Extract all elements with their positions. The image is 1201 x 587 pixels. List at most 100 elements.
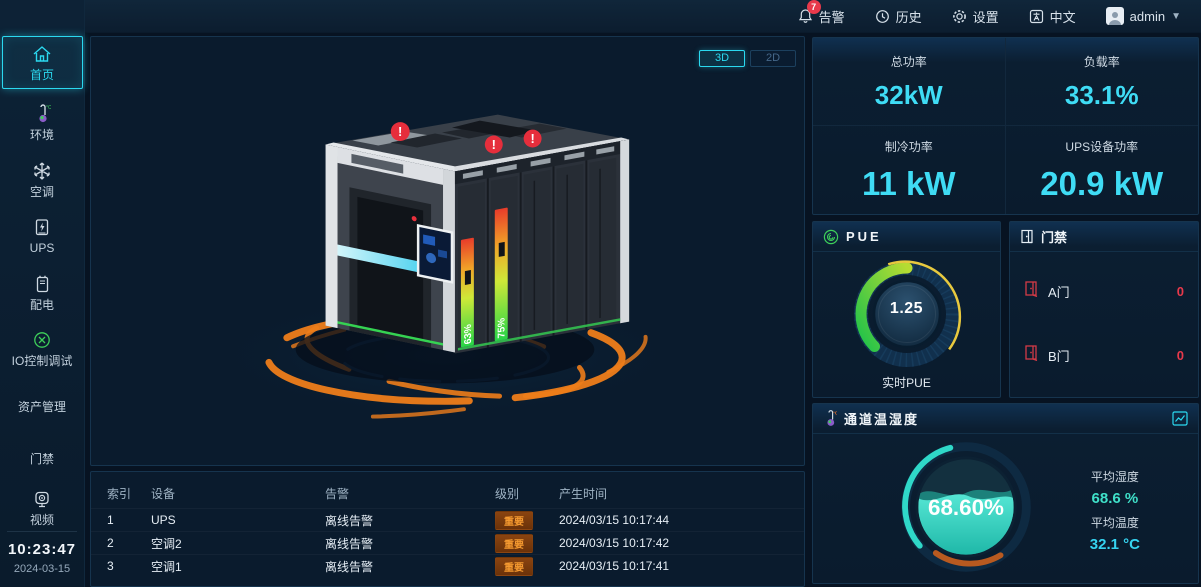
alert-badge-icon: ! [530, 131, 534, 146]
cell-device: 空调2 [151, 535, 325, 552]
door-open-icon [1024, 344, 1039, 366]
user-menu[interactable]: admin ▼ [1106, 7, 1181, 25]
sidebar-item-access[interactable]: 门禁 [2, 450, 83, 470]
stat-load-rate: 负载率 33.1% [1006, 38, 1199, 126]
model-left-face [326, 144, 455, 352]
chevron-down-icon: ▼ [1171, 11, 1181, 22]
stat-label: 制冷功率 [885, 138, 933, 155]
stat-ups-power: UPS设备功率 20.9 kW [1006, 126, 1199, 214]
stats-panel: 总功率 32kW 负载率 33.1% 制冷功率 11 kW UPS设备功率 20… [812, 37, 1199, 215]
toggle-2d-button[interactable]: 2D [750, 50, 796, 67]
table-row[interactable]: 1 UPS 离线告警 重要 2024/03/15 10:17:44 [91, 508, 804, 531]
gear-icon [952, 9, 967, 24]
cell-alarm: 离线告警 [325, 512, 495, 529]
home-icon [32, 44, 52, 64]
avg-humidity-label: 平均湿度 [1090, 468, 1140, 485]
env-body: 68.60% 平均湿度 68.6 % 平均温度 32.1 °C [813, 434, 1198, 580]
pue-caption: 实时PUE [882, 374, 931, 391]
datacenter-3d-model[interactable]: 63% 75% ! ! ! [91, 37, 804, 465]
io-circle-x-icon [33, 330, 51, 350]
sidebar-item-ups[interactable]: UPS [2, 213, 83, 259]
door-open-icon [1024, 280, 1039, 302]
settings-menu[interactable]: 设置 [952, 7, 999, 26]
cell-level: 重要 [495, 557, 559, 576]
user-avatar [1106, 7, 1124, 25]
sidebar-item-home[interactable]: 首页 [2, 36, 83, 89]
sidebar-item-label: 配电 [30, 299, 54, 312]
alarm-table-header: 索引 设备 告警 级别 产生时间 [91, 478, 804, 508]
stat-total-power: 总功率 32kW [813, 38, 1006, 126]
cell-alarm: 离线告警 [325, 558, 495, 575]
sidebar-item-environment[interactable]: °C 环境 [2, 100, 83, 146]
sidebar-item-io-debug[interactable]: IO控制调试 [2, 326, 83, 372]
pue-eco-icon [823, 229, 839, 245]
svg-text:°C: °C [833, 410, 837, 415]
power-distribution-icon [35, 274, 50, 294]
sidebar-clock: 10:23:47 2024-03-15 [7, 531, 77, 587]
avg-humidity-value: 68.6 % [1090, 490, 1140, 507]
topbar: 告警 7 历史 设置 中文 admin ▼ [85, 0, 1201, 33]
stat-label: 负载率 [1084, 53, 1120, 70]
alarm-menu[interactable]: 告警 7 [798, 7, 845, 26]
door-icon [1020, 229, 1034, 244]
stat-label: 总功率 [891, 53, 927, 70]
trend-chart-icon[interactable] [1172, 411, 1188, 426]
sidebar-item-power[interactable]: 配电 [2, 270, 83, 316]
table-row[interactable]: 3 空调1 离线告警 重要 2024/03/15 10:17:41 [91, 554, 804, 577]
rack-load-value: 75% [497, 317, 508, 339]
sidebar-item-video[interactable]: 视频 [2, 486, 83, 532]
cell-level: 重要 [495, 511, 559, 530]
door-row-b[interactable]: B门 0 [1010, 344, 1198, 366]
alarm-label: 告警 [819, 7, 845, 26]
alert-badge-icon: ! [398, 124, 402, 139]
history-menu[interactable]: 历史 [875, 7, 922, 26]
scene-panel: 63% 75% ! ! ! 3D 2D [90, 36, 805, 466]
language-icon [1029, 9, 1044, 24]
clock-date: 2024-03-15 [7, 563, 77, 575]
cell-device: 空调1 [151, 558, 325, 575]
stat-value: 33.1% [1065, 80, 1139, 111]
env-metrics: 平均湿度 68.6 % 平均温度 32.1 °C [1090, 461, 1140, 553]
ups-battery-icon [34, 217, 50, 237]
rack-load-value: 63% [463, 323, 474, 345]
door-name: B门 [1048, 346, 1070, 365]
col-header-alarm: 告警 [325, 485, 495, 502]
sidebar-item-label: 环境 [30, 129, 54, 142]
humidity-gauge-value: 68.60% [928, 495, 1004, 520]
humidity-liquid-gauge: 68.60% [893, 434, 1039, 580]
language-label: 中文 [1050, 7, 1076, 26]
col-header-index: 索引 [107, 485, 151, 502]
stat-value: 11 kW [862, 165, 956, 203]
cell-alarm: 离线告警 [325, 535, 495, 552]
thermometer-icon: °C [823, 410, 837, 428]
sidebar-item-aircon[interactable]: 空调 [2, 157, 83, 203]
pue-gauge-body: 1.25 实时PUE [813, 252, 1000, 391]
history-clock-icon [875, 9, 890, 24]
door-count: 0 [1177, 284, 1184, 299]
stat-value: 20.9 kW [1040, 165, 1163, 203]
sidebar-item-label: 门禁 [30, 453, 54, 466]
pue-title: PUE [846, 229, 882, 244]
table-row[interactable]: 2 空调2 离线告警 重要 2024/03/15 10:17:42 [91, 531, 804, 554]
alarm-table-body: 1 UPS 离线告警 重要 2024/03/15 10:17:44 2 空调2 … [91, 508, 804, 577]
sidebar-item-label: UPS [30, 242, 55, 255]
door-row-a[interactable]: A门 0 [1010, 280, 1198, 302]
pue-panel-header: PUE [813, 222, 1000, 252]
sidebar-item-label: 资产管理 [18, 401, 66, 414]
level-badge: 重要 [495, 557, 533, 576]
access-panel-header: 门禁 [1010, 222, 1198, 252]
alert-badge-icon: ! [492, 137, 496, 152]
history-label: 历史 [896, 7, 922, 26]
access-panel: 门禁 A门 0 B门 0 [1009, 221, 1199, 398]
alarm-table-panel: 索引 设备 告警 级别 产生时间 1 UPS 离线告警 重要 2024/03/1… [90, 471, 805, 587]
cell-index: 1 [107, 513, 151, 527]
sidebar-item-assets[interactable]: 资产管理 [2, 398, 83, 418]
stat-cooling-power: 制冷功率 11 kW [813, 126, 1006, 214]
sidebar-item-label: 视频 [30, 514, 54, 527]
level-badge: 重要 [495, 534, 533, 553]
language-menu[interactable]: 中文 [1029, 7, 1076, 26]
cell-index: 3 [107, 559, 151, 573]
cell-level: 重要 [495, 534, 559, 553]
toggle-3d-button[interactable]: 3D [699, 50, 745, 67]
cell-time: 2024/03/15 10:17:42 [559, 536, 804, 550]
